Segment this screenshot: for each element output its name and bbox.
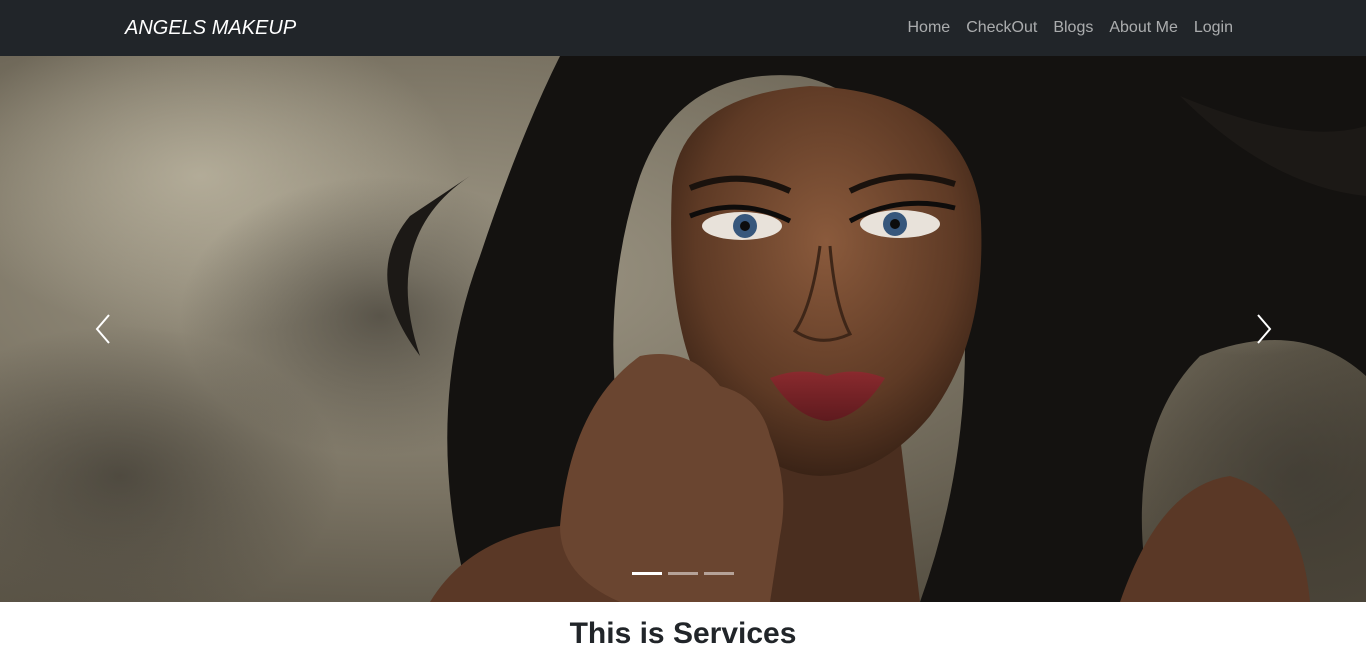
carousel-indicators [0, 572, 1366, 576]
nav-menu: Home CheckOut Blogs About Me Login [900, 0, 1234, 56]
carousel-indicator-2[interactable] [668, 572, 698, 575]
carousel-prev-button[interactable] [0, 56, 205, 602]
brand-logo[interactable]: ANGELS MAKEUP [125, 16, 296, 40]
nav-link-checkout[interactable]: CheckOut [958, 16, 1045, 40]
services-heading: This is Services [569, 617, 797, 650]
carousel-next-button[interactable] [1161, 56, 1366, 602]
chevron-right-icon [1256, 314, 1271, 344]
carousel-indicator-1[interactable] [632, 572, 662, 575]
nav-link-login[interactable]: Login [1186, 16, 1233, 40]
nav-link-about-me[interactable]: About Me [1101, 16, 1185, 40]
nav-link-home[interactable]: Home [900, 16, 959, 40]
navbar: ANGELS MAKEUP Home CheckOut Blogs About … [0, 0, 1366, 56]
nav-link-blogs[interactable]: Blogs [1045, 16, 1101, 40]
hero-carousel [0, 56, 1366, 602]
chevron-left-icon [95, 314, 110, 344]
carousel-indicator-3[interactable] [704, 572, 734, 575]
